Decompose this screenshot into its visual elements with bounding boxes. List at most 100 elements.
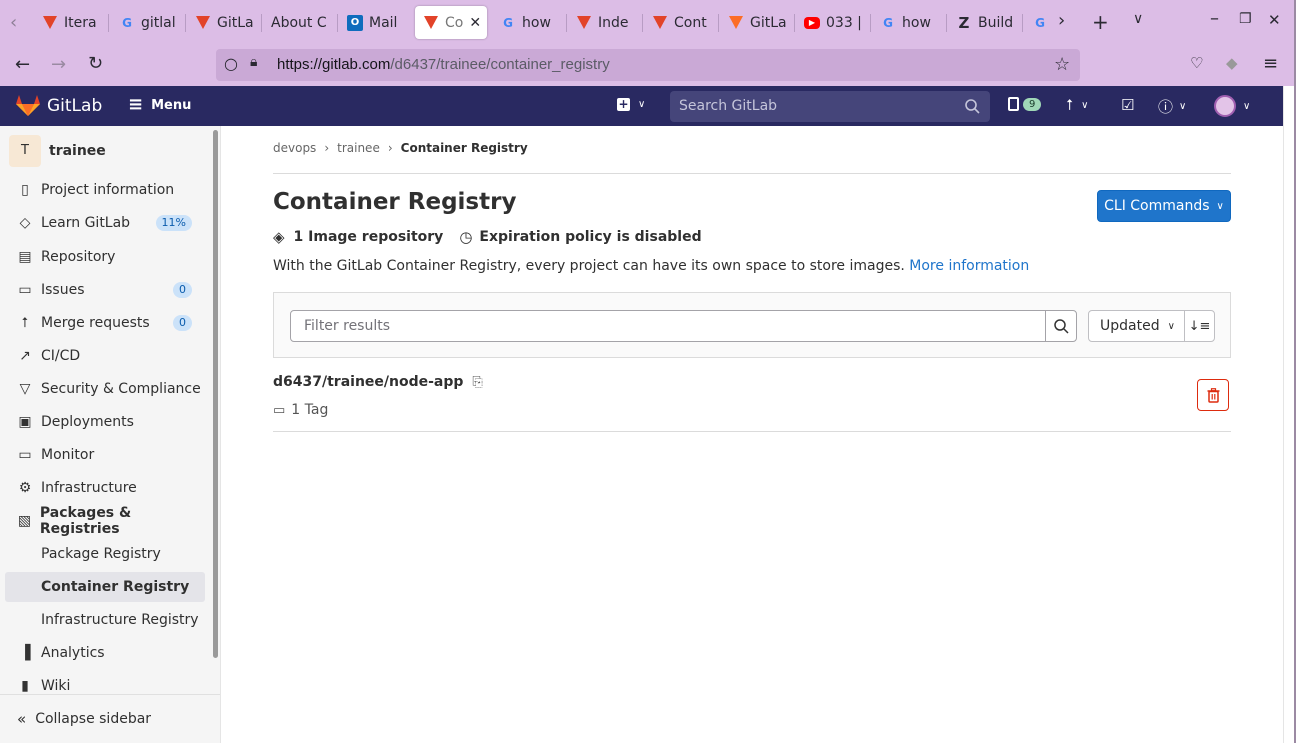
double-chevron-left-icon: « (17, 710, 27, 728)
browser-tab[interactable]: Ghow (880, 6, 940, 39)
issues-button[interactable]: 9 (1008, 97, 1042, 111)
project-name: trainee (49, 143, 106, 159)
merge-requests-dropdown[interactable]: ⭡ ∨ (1066, 96, 1088, 114)
collapse-sidebar-button[interactable]: « Collapse sidebar (0, 694, 220, 743)
sort-dropdown[interactable]: Updated ∨ (1088, 310, 1185, 342)
close-window-icon[interactable]: ✕ (1268, 11, 1281, 29)
image-count: 1 Image repository (293, 229, 444, 245)
search-input[interactable]: Search GitLab (670, 91, 990, 122)
sidebar-subitem-package-registry[interactable]: Package Registry (5, 539, 205, 569)
sidebar-item-monitor[interactable]: ▭ Monitor (5, 440, 205, 470)
breadcrumb-current[interactable]: Container Registry (401, 141, 528, 155)
new-dropdown[interactable]: + ∨ (617, 98, 645, 111)
repository-name-link[interactable]: d6437/trainee/node-app (273, 374, 463, 390)
user-menu[interactable]: ∨ (1214, 95, 1250, 117)
minimize-icon[interactable]: – (1210, 8, 1219, 29)
browser-tab[interactable]: G (1032, 6, 1048, 39)
help-icon: ⓘ (1158, 98, 1174, 116)
forward-icon[interactable]: → (51, 54, 66, 75)
monitor-icon: ▭ (18, 447, 32, 463)
url-bar[interactable]: ○ 🔒︎ https://gitlab.com/d6437/trainee/co… (216, 49, 1080, 81)
browser-tab[interactable]: ▶ 033 | (804, 6, 864, 39)
shield-icon: ▽ (19, 381, 31, 397)
sidebar-item-merge-requests[interactable]: ⭡ Merge requests 0 (5, 308, 205, 338)
todo-icon[interactable]: ☑ (1121, 96, 1134, 114)
gitlab-logo[interactable]: GitLab (16, 95, 102, 117)
shield-icon[interactable]: ○ (224, 54, 238, 73)
list-tabs-icon[interactable]: ∨ (1133, 11, 1143, 27)
url-text[interactable]: https://gitlab.com/d6437/trainee/contain… (277, 56, 610, 73)
browser-tab[interactable]: Ggitlal (119, 6, 179, 39)
gitlab-top-bar: GitLab ≡ Menu + ∨ Search GitLab 9 ⭡ ∨ ☑ … (0, 86, 1283, 126)
sidebar-item-project-information[interactable]: ▯ Project information (5, 175, 205, 205)
registry-description: With the GitLab Container Registry, ever… (273, 258, 1030, 274)
sidebar-item-ci-cd[interactable]: ↗ CI/CD (5, 341, 205, 371)
chevron-down-icon: ∨ (1179, 101, 1187, 112)
browser-tab[interactable]: GitLa (728, 6, 788, 39)
sidebar-item-deployments[interactable]: ▣ Deployments (5, 407, 205, 437)
lock-icon: 🔒︎ (250, 54, 258, 70)
browser-tab[interactable]: About C (271, 6, 331, 39)
sidebar-item-learn-gitlab[interactable]: ◇ Learn GitLab 11% (5, 208, 205, 238)
filter-input[interactable]: Filter results (290, 310, 1046, 342)
expiration-policy-status: Expiration policy is disabled (479, 229, 702, 245)
gitlab-tanuki-icon (16, 95, 40, 116)
sort-direction-button[interactable]: ↓≡ (1184, 310, 1215, 342)
gitlab-icon (195, 15, 211, 31)
bookmark-star-icon[interactable]: ☆ (1054, 54, 1070, 75)
browser-tab[interactable]: Z Build (956, 6, 1016, 39)
clock-icon: ◷ (459, 228, 473, 246)
close-tab-icon[interactable]: ✕ (469, 15, 481, 31)
issues-icon: ▭ (18, 282, 32, 298)
chevron-down-icon: ∨ (1081, 99, 1089, 111)
browser-tab[interactable]: Cont (652, 6, 712, 39)
sidebar-item-packages-registries[interactable]: ▧ Packages & Registries (5, 505, 205, 537)
browser-tab[interactable]: O Mail (347, 6, 407, 39)
browser-tab-active[interactable]: Co ✕ (415, 6, 487, 39)
copy-to-clipboard-icon[interactable]: ⎘ (472, 375, 482, 390)
info-document-icon: ▯ (21, 182, 29, 198)
divider (273, 173, 1231, 174)
sidebar-item-repository[interactable]: ▤ Repository (5, 242, 205, 272)
browser-tab[interactable]: Inde (576, 6, 636, 39)
chevron-right-icon: › (387, 141, 393, 155)
sidebar-scrollbar[interactable] (213, 130, 218, 658)
extension-icon[interactable]: ◆ (1226, 54, 1238, 72)
breadcrumb-devops[interactable]: devops (273, 141, 316, 155)
browser-tab[interactable]: GitLa (195, 6, 255, 39)
more-information-link[interactable]: More information (909, 258, 1029, 274)
pocket-icon[interactable]: ♡ (1190, 54, 1203, 72)
sidebar: T trainee ▯ Project information ◇ Learn Gi… (0, 126, 221, 743)
package-icon: ▧ (17, 513, 32, 529)
delete-repository-button[interactable] (1197, 379, 1229, 411)
sidebar-item-security-compliance[interactable]: ▽ Security & Compliance (5, 374, 205, 404)
sidebar-project-header[interactable]: T trainee (9, 135, 106, 167)
avatar (1214, 95, 1236, 117)
sidebar-subitem-container-registry[interactable]: Container Registry (5, 572, 205, 602)
sidebar-item-analytics[interactable]: ▐ Analytics (5, 638, 205, 668)
tab-scroll-right-icon[interactable]: › (1058, 10, 1065, 31)
sidebar-item-infrastructure[interactable]: ⚙ Infrastructure (5, 473, 205, 503)
filter-search-button[interactable] (1045, 310, 1077, 342)
sidebar-subitem-infrastructure-registry[interactable]: Infrastructure Registry (5, 605, 205, 635)
sidebar-item-issues[interactable]: ▭ Issues 0 (5, 275, 205, 305)
back-icon[interactable]: ← (15, 54, 30, 75)
reload-icon[interactable]: ↻ (88, 53, 103, 74)
breadcrumb-trainee[interactable]: trainee (337, 141, 380, 155)
tag-count-row: ▭ 1 Tag (273, 402, 328, 418)
learn-progress-badge: 11% (155, 215, 192, 231)
restore-icon[interactable]: ❐ (1239, 11, 1252, 27)
new-tab-icon[interactable]: + (1092, 10, 1109, 34)
browser-tab[interactable]: Itera (42, 6, 102, 39)
registry-meta: ◈ 1 Image repository ◷ Expiration policy… (273, 228, 702, 246)
browser-tab[interactable]: Ghow (500, 6, 560, 39)
layers-icon: ◈ (273, 228, 285, 246)
menu-button[interactable]: ≡ Menu (128, 96, 191, 114)
hamburger-menu-icon[interactable]: ≡ (1263, 53, 1278, 74)
image-repository-row: d6437/trainee/node-app ⎘ (273, 374, 483, 390)
help-dropdown[interactable]: ⓘ ∨ (1158, 96, 1186, 117)
merge-request-icon: ⭡ (1066, 96, 1074, 114)
search-icon (1053, 318, 1069, 334)
tab-scroll-left-icon[interactable]: ‹ (10, 12, 17, 33)
cli-commands-button[interactable]: CLI Commands ∨ (1097, 190, 1231, 222)
